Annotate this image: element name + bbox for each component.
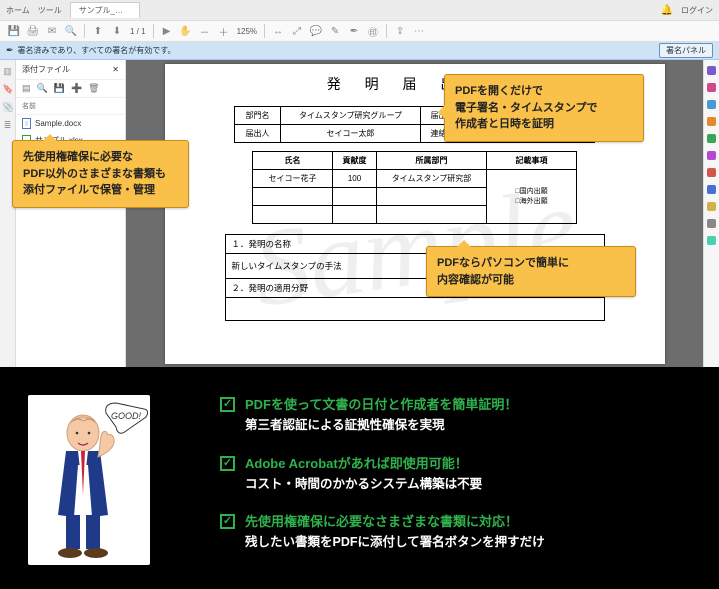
comment-icon[interactable]: 💬: [310, 25, 322, 37]
zoom-out-icon[interactable]: －: [199, 25, 211, 37]
cell: □国内出願 □海外出願: [487, 170, 577, 224]
tool-icon[interactable]: [707, 168, 716, 177]
callout-signature: PDFを開くだけで 電子署名・タイムスタンプで 作成者と日時を証明: [444, 74, 644, 142]
zoom-in-icon[interactable]: ＋: [218, 25, 230, 37]
docx-icon: [22, 118, 31, 129]
highlight-icon[interactable]: ✎: [329, 25, 341, 37]
mascot-illustration: GOOD!: [28, 395, 150, 565]
tool-icon[interactable]: [707, 117, 716, 126]
bell-icon[interactable]: 🔔: [661, 5, 673, 16]
panel-add-icon[interactable]: 🔍: [37, 83, 48, 94]
right-rail: [703, 60, 719, 367]
benefit-item: ✓ 先使用権確保に必要なさまざまな書類に対応！残したい書類をPDFに添付して署名…: [220, 512, 691, 553]
tool-icon[interactable]: [707, 134, 716, 143]
bookmarks-icon[interactable]: 🔖: [3, 84, 13, 94]
cell: 所属部門: [377, 152, 487, 170]
cell: [253, 206, 333, 224]
cell: セイコー花子: [253, 170, 333, 188]
panel-close-icon[interactable]: ✕: [112, 65, 119, 74]
search-icon[interactable]: 🔍: [65, 25, 77, 37]
thumbnails-icon[interactable]: ▥: [3, 66, 13, 76]
panel-save-icon[interactable]: 💾: [54, 83, 65, 94]
page-field[interactable]: 1 / 1: [130, 27, 146, 36]
cell: タイムスタンプ研究グループ: [281, 107, 421, 125]
zoom-level[interactable]: 125%: [237, 27, 257, 36]
panel-del-icon[interactable]: 🗑: [88, 83, 99, 94]
cell: セイコー太郎: [281, 125, 421, 143]
tool-icon[interactable]: [707, 66, 716, 75]
attachments-icon[interactable]: 📎: [3, 102, 13, 112]
page-down-icon[interactable]: ⬇: [111, 25, 123, 37]
benefits-list: ✓ PDFを使って文書の日付と作成者を簡単証明！第三者認証による証拠性確保を実現…: [220, 395, 691, 553]
tool-icon[interactable]: [707, 100, 716, 109]
cell: 氏名: [253, 152, 333, 170]
hand-icon[interactable]: ✋: [180, 25, 192, 37]
save-icon[interactable]: 💾: [8, 25, 20, 37]
tool-icon[interactable]: [707, 236, 716, 245]
fitwidth-icon[interactable]: ↔: [272, 25, 284, 37]
left-rail: ▥ 🔖 📎 ≣: [0, 60, 16, 367]
attachment-item[interactable]: Sample.docx: [16, 115, 125, 132]
cell: 部門名: [235, 107, 281, 125]
tab-home[interactable]: ホーム: [6, 5, 30, 16]
signature-message: 署名済みであり、すべての署名が有効です。: [18, 45, 176, 56]
cell: [333, 188, 377, 206]
check-label: 海外出願: [520, 198, 548, 205]
attachments-panel: 添付ファイル ✕ ▤ 🔍 💾 ➕ 🗑 名前 Sample.docx サンプル.x…: [16, 60, 126, 367]
cell: 貢献度: [333, 152, 377, 170]
benefits-section: GOOD! ✓ PDFを使って文書の日付と作成者を簡単証明！第三者認証による証拠…: [0, 367, 719, 589]
check-icon: ✓: [220, 456, 235, 471]
cell: 記載事項: [487, 152, 577, 170]
acrobat-window: ホーム ツール サンプル_発明届出... 🔔 ログイン 💾 🖨 ✉ 🔍 ⬆ ⬇ …: [0, 0, 719, 367]
callout-easy-view: PDFならパソコンで簡単に 内容確認が可能: [426, 246, 636, 297]
tab-bar: ホーム ツール サンプル_発明届出... 🔔 ログイン: [0, 0, 719, 20]
cell: タイムスタンプ研究部: [377, 170, 487, 188]
mail-icon[interactable]: ✉: [46, 25, 58, 37]
benefit-item: ✓ PDFを使って文書の日付と作成者を簡単証明！第三者認証による証拠性確保を実現: [220, 395, 691, 436]
benefit-item: ✓ Adobe Acrobatがあれば即使用可能！コスト・時間のかかるシステム構…: [220, 454, 691, 495]
callout-attachments: 先使用権確保に必要な PDF以外のさまざまな書類も 添付ファイルで保管・管理: [12, 140, 189, 208]
pen-icon: ✒: [6, 45, 14, 56]
check-icon: ✓: [220, 514, 235, 529]
tool-icon[interactable]: [707, 83, 716, 92]
panel-column-name: 名前: [16, 98, 125, 115]
panel-title: 添付ファイル: [22, 64, 70, 75]
cell: [333, 206, 377, 224]
panel-menu-icon[interactable]: ▤: [22, 83, 31, 94]
tool-icon[interactable]: [707, 219, 716, 228]
tab-tools[interactable]: ツール: [38, 5, 62, 16]
cell: [377, 206, 487, 224]
fitpage-icon[interactable]: ⤢: [291, 25, 303, 37]
print-icon[interactable]: 🖨: [27, 25, 39, 37]
main-toolbar: 💾 🖨 ✉ 🔍 ⬆ ⬇ 1 / 1 ▶ ✋ － ＋ 125% ↔ ⤢ 💬 ✎ ✒…: [0, 20, 719, 42]
page-up-icon[interactable]: ⬆: [92, 25, 104, 37]
sign-icon[interactable]: ✒: [348, 25, 360, 37]
signature-banner: ✒ 署名済みであり、すべての署名が有効です。 署名パネル: [0, 42, 719, 60]
tab-document[interactable]: サンプル_発明届出...: [70, 2, 140, 18]
login-link[interactable]: ログイン: [681, 5, 713, 16]
cell: [377, 188, 487, 206]
check-label: 国内出願: [520, 188, 548, 195]
section-body: [225, 297, 605, 321]
cell: 100: [333, 170, 377, 188]
share-icon[interactable]: ⇪: [394, 25, 406, 37]
tool-icon[interactable]: [707, 202, 716, 211]
speech-text: GOOD!: [111, 411, 142, 421]
tool-icon[interactable]: [707, 185, 716, 194]
inventor-table: 氏名 貢献度 所属部門 記載事項 セイコー花子 100 タイムスタンプ研究部 □…: [252, 151, 577, 224]
pointer-icon[interactable]: ▶: [161, 25, 173, 37]
signature-panel-button[interactable]: 署名パネル: [659, 43, 713, 58]
attachment-name: Sample.docx: [35, 119, 81, 128]
panel-new-icon[interactable]: ➕: [71, 83, 82, 94]
stamp-icon[interactable]: ㊞: [367, 25, 379, 37]
cell: [253, 188, 333, 206]
cell: 届出人: [235, 125, 281, 143]
more-icon[interactable]: ⋯: [413, 25, 425, 37]
layers-icon[interactable]: ≣: [3, 120, 13, 130]
tool-icon[interactable]: [707, 151, 716, 160]
check-icon: ✓: [220, 397, 235, 412]
